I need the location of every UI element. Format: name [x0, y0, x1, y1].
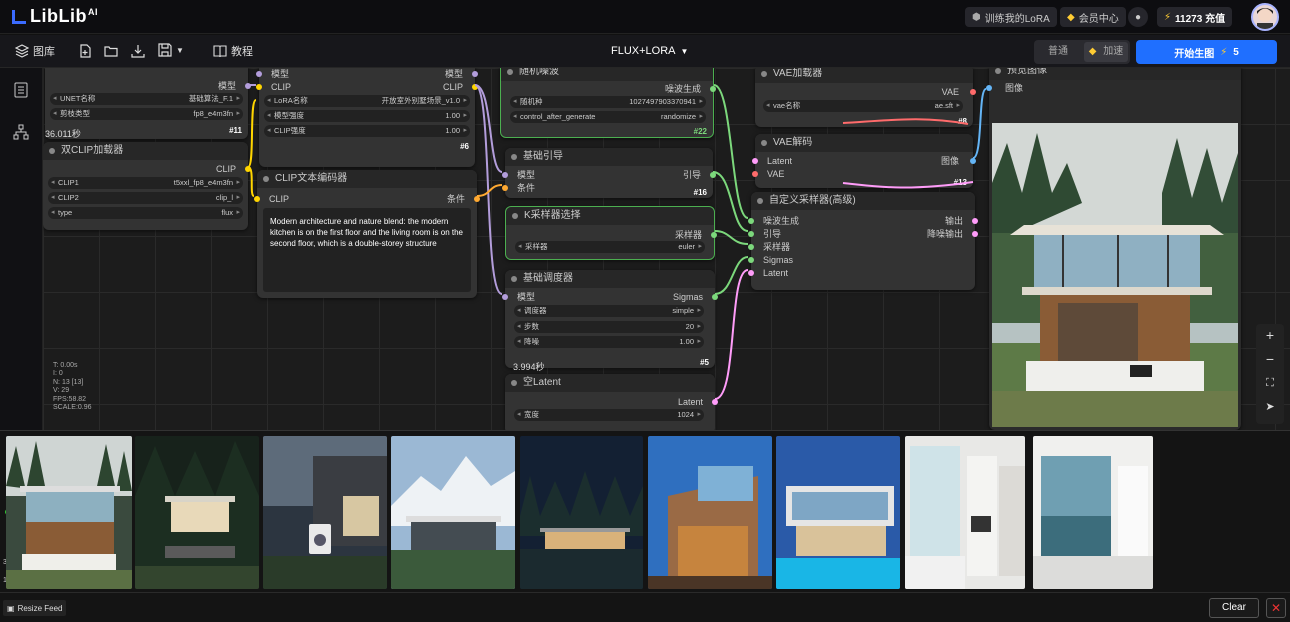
node-tree-icon[interactable] [13, 124, 29, 140]
download-icon[interactable] [131, 44, 145, 58]
image-icon: ▣ [7, 603, 15, 613]
generate-button[interactable]: 开始生图 ⚡ 5 [1136, 40, 1277, 64]
credits-button[interactable]: ⚡ 11273 充值 [1157, 7, 1233, 27]
canvas-stats: T: 0.00s I: 0 N: 13 [13] V: 29 FPS:58.82 SCAL… [53, 362, 92, 412]
document-list-icon[interactable] [13, 82, 29, 98]
caret-down-icon: ▼ [680, 46, 689, 56]
feed-thumbnail[interactable] [776, 436, 900, 589]
clear-button[interactable]: Clear [1209, 598, 1259, 618]
logo-mark-icon [12, 9, 26, 24]
diamond-icon: ◆ [1067, 11, 1075, 23]
navigate-icon[interactable]: ➤ [1262, 399, 1278, 415]
member-center-button[interactable]: ◆ 会员中心 [1060, 7, 1126, 27]
connection-wires [247, 84, 987, 400]
feed-thumbnail[interactable] [648, 436, 772, 589]
new-file-icon[interactable] [78, 44, 92, 58]
open-folder-icon[interactable] [104, 44, 118, 58]
lightning-icon: ⚡ [1220, 46, 1228, 58]
zoom-in-button[interactable]: + [1262, 327, 1278, 343]
top-bar: LibLibAI ⬢ 训练我的LoRA ◆ 会员中心 ● ⚡ 11273 充值 [0, 0, 1290, 34]
gallery-button[interactable]: 图库 [15, 43, 55, 59]
train-lora-button[interactable]: ⬢ 训练我的LoRA [965, 7, 1057, 27]
feed-thumbnail[interactable] [6, 436, 132, 589]
tutorial-button[interactable]: 教程 [213, 43, 253, 59]
speed-mode-toggle[interactable]: 普通 ◆ 加速 [1034, 40, 1130, 64]
app-root: LibLibAI ⬢ 训练我的LoRA ◆ 会员中心 ● ⚡ 11273 充值 … [0, 0, 1290, 622]
feed-thumbnail[interactable] [391, 436, 515, 589]
workflow-selector[interactable]: FLUX+LORA ▼ [611, 45, 688, 57]
image-feed: 3.7 1.3 [0, 430, 1290, 592]
feed-thumbnail[interactable] [1033, 436, 1153, 589]
mode-fast[interactable]: ◆ 加速 [1084, 42, 1128, 62]
resize-feed-button[interactable]: ▣ Resize Feed [3, 600, 67, 616]
cube-icon: ⬢ [972, 11, 981, 23]
zoom-out-button[interactable]: − [1262, 351, 1278, 367]
save-menu-button[interactable]: ▼ [158, 43, 184, 57]
zoom-controls: + − ⛶ ➤ [1256, 324, 1284, 424]
feed-footer: ▣ Resize Feed Clear ✕ [0, 592, 1290, 622]
fit-view-button[interactable]: ⛶ [1262, 375, 1278, 391]
feed-thumbnail[interactable] [263, 436, 387, 589]
save-icon [158, 43, 172, 57]
lightning-icon: ⚡ [1164, 11, 1172, 23]
brand-logo[interactable]: LibLibAI [10, 6, 98, 27]
left-sidebar [0, 68, 43, 430]
mode-normal[interactable]: 普通 [1036, 42, 1080, 62]
feed-thumbnail[interactable] [520, 436, 643, 589]
layers-icon [15, 44, 29, 58]
brand-name: LibLibAI [30, 6, 98, 26]
feed-thumbnail[interactable] [135, 436, 259, 589]
book-icon [213, 45, 227, 58]
message-button[interactable]: ● [1128, 7, 1148, 27]
user-avatar[interactable] [1251, 3, 1279, 31]
caret-down-icon: ▼ [176, 45, 184, 55]
chat-bubble-icon: ● [1134, 11, 1142, 23]
diamond-icon: ◆ [1088, 46, 1097, 57]
close-icon[interactable]: ✕ [1266, 598, 1286, 618]
node-canvas[interactable]: 模型 UNET名称基础算法_F.1 剪枝类型fp8_e4m3fn #11 36.… [43, 68, 1290, 430]
feed-thumbnail[interactable] [905, 436, 1025, 589]
